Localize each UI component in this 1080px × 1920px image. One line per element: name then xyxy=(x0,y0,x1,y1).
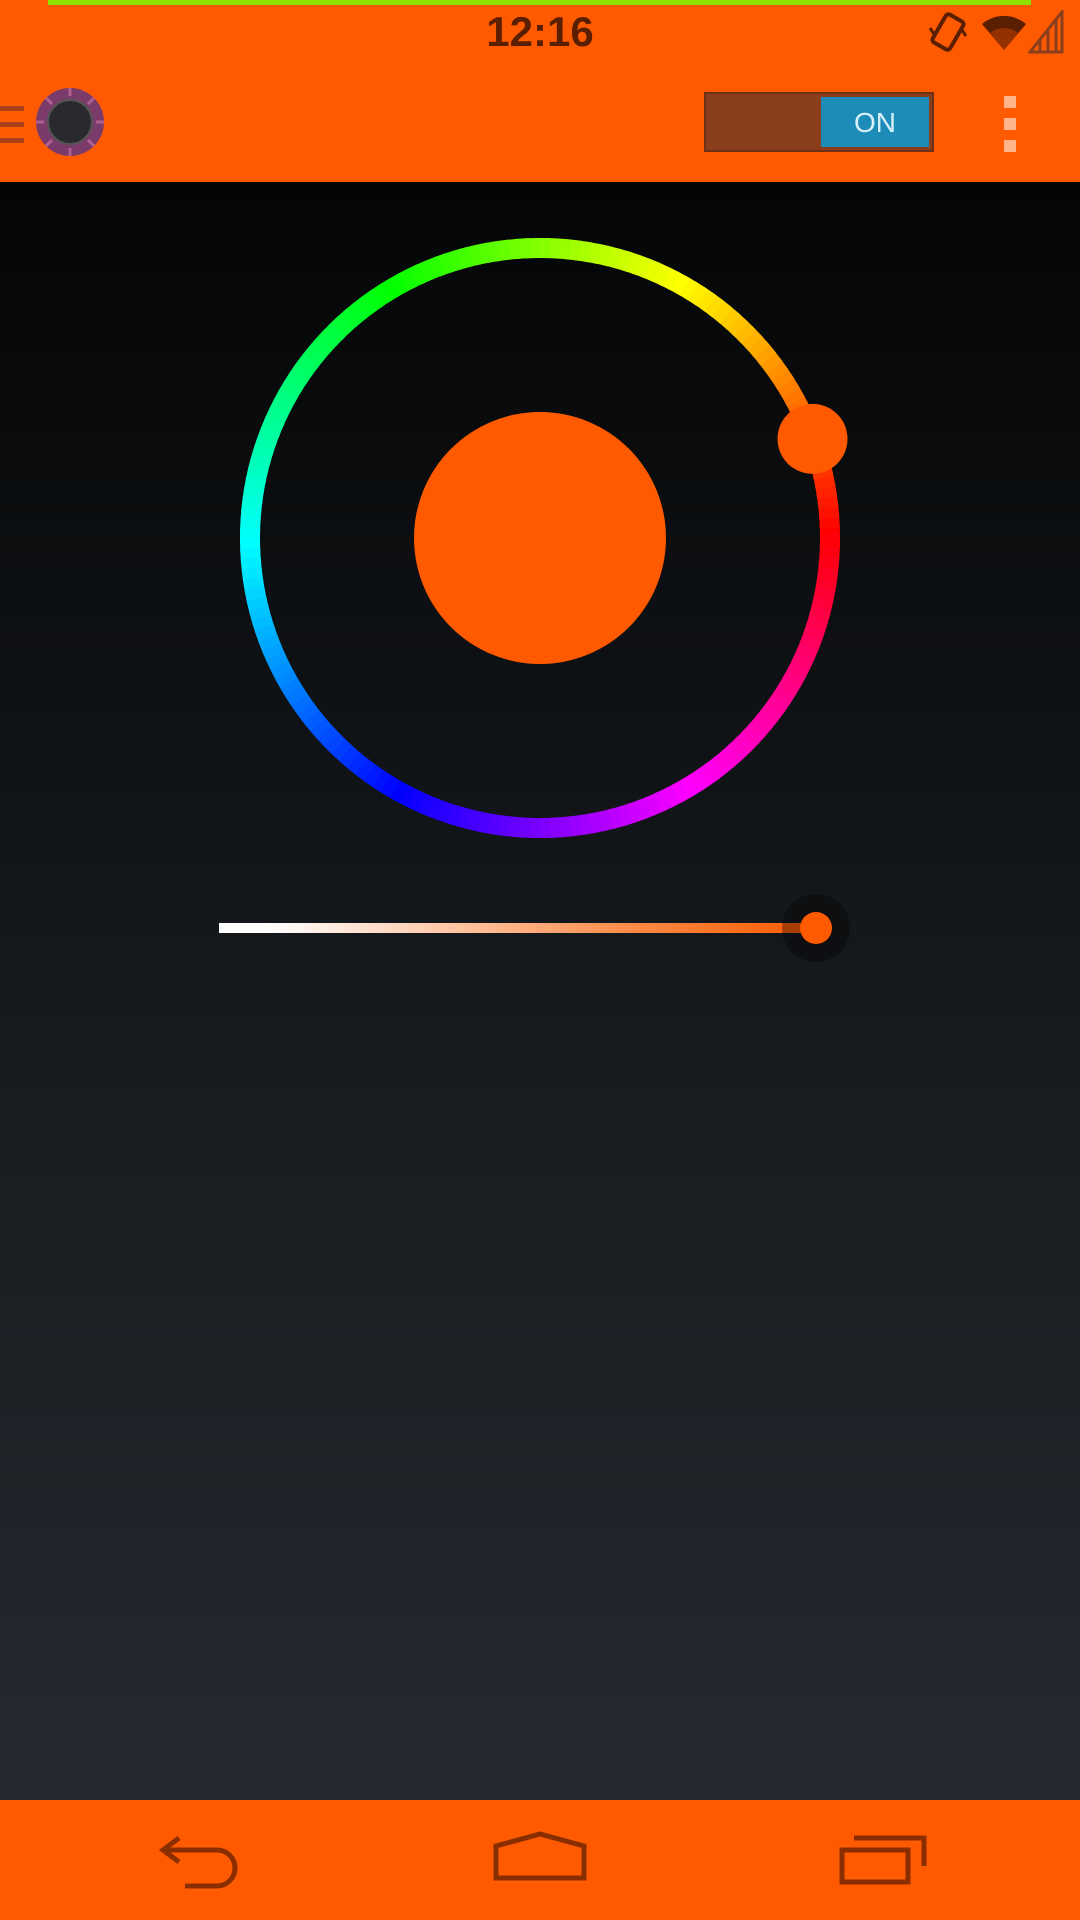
selected-color-swatch xyxy=(414,412,666,664)
brightness-slider-track[interactable] xyxy=(219,923,814,933)
recent-apps-icon[interactable] xyxy=(838,1830,928,1890)
cell-signal-icon xyxy=(1028,10,1064,54)
power-toggle-label: ON xyxy=(821,97,929,147)
back-icon[interactable] xyxy=(155,1830,245,1890)
color-picker-panel xyxy=(0,182,1080,1800)
brightness-slider-thumb[interactable] xyxy=(782,894,850,962)
menu-icon[interactable] xyxy=(0,106,26,146)
status-bar: 12:16 xyxy=(0,0,1080,68)
vibrate-icon xyxy=(928,12,968,52)
overflow-menu-icon[interactable] xyxy=(998,96,1022,152)
status-strip xyxy=(48,0,1031,5)
navigation-bar xyxy=(0,1800,1080,1920)
hue-handle[interactable] xyxy=(777,403,848,474)
home-icon[interactable] xyxy=(492,1830,588,1890)
app-logo-icon[interactable] xyxy=(34,86,106,158)
brightness-slider-knob xyxy=(800,912,832,944)
color-wheel xyxy=(239,238,848,839)
power-toggle[interactable]: ON xyxy=(704,92,934,152)
action-bar: ON xyxy=(0,68,1080,182)
status-clock: 12:16 xyxy=(486,8,594,55)
wifi-icon xyxy=(982,15,1026,50)
